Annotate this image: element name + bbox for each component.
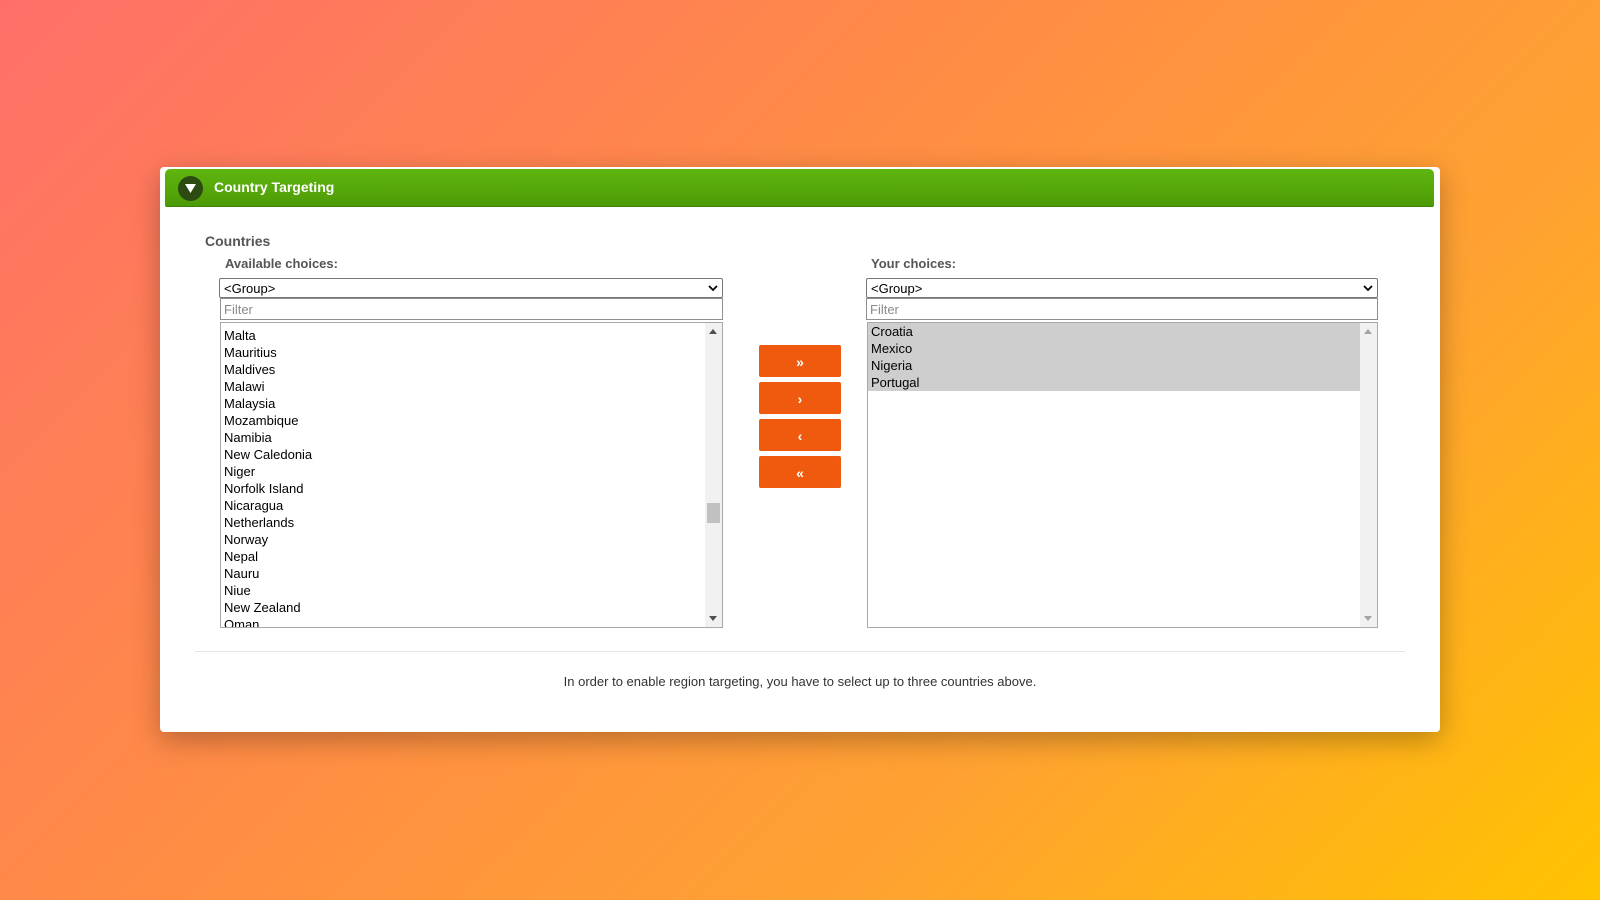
list-item[interactable]: Malawi	[221, 378, 705, 395]
list-item[interactable]: Mauritius	[221, 344, 705, 361]
remove-all-button[interactable]: «	[759, 456, 841, 488]
chosen-scrollbar[interactable]	[1360, 323, 1377, 627]
list-item[interactable]: Mozambique	[221, 412, 705, 429]
list-item[interactable]: Malta	[221, 327, 705, 344]
list-item[interactable]: New Caledonia	[221, 446, 705, 463]
list-item[interactable]: Malaysia	[221, 395, 705, 412]
available-filter-input[interactable]	[220, 298, 723, 320]
add-selected-button[interactable]: ›	[759, 382, 841, 414]
chosen-filter-input[interactable]	[866, 298, 1378, 320]
available-group-select[interactable]: <Group>	[219, 278, 723, 298]
available-group-value: <Group>	[224, 281, 276, 296]
list-item[interactable]: Oman	[221, 616, 705, 627]
list-item[interactable]: Niue	[221, 582, 705, 599]
list-item[interactable]: Namibia	[221, 429, 705, 446]
chosen-group-select[interactable]: <Group>	[866, 278, 1378, 298]
scroll-up-icon[interactable]	[709, 329, 717, 334]
panel-header[interactable]: Country Targeting	[165, 169, 1434, 207]
add-all-button[interactable]: »	[759, 345, 841, 377]
list-item[interactable]: Netherlands	[221, 514, 705, 531]
list-item[interactable]: Mexico	[868, 340, 1360, 357]
scroll-down-icon[interactable]	[709, 616, 717, 621]
scroll-down-icon[interactable]	[1364, 616, 1372, 621]
list-item[interactable]: Nigeria	[868, 357, 1360, 374]
list-item[interactable]: Nepal	[221, 548, 705, 565]
scroll-up-icon[interactable]	[1364, 329, 1372, 334]
section-title: Countries	[205, 233, 271, 249]
list-item[interactable]: Niger	[221, 463, 705, 480]
chevron-down-icon	[1363, 285, 1373, 292]
list-item[interactable]: Norfolk Island	[221, 480, 705, 497]
available-listbox[interactable]: Malta Mauritius Maldives Malawi Malaysia Moza…	[220, 322, 723, 628]
available-items: Malta Mauritius Maldives Malawi Malaysia Moza…	[221, 323, 705, 627]
triangle-down-icon[interactable]	[178, 176, 203, 201]
available-scrollbar[interactable]	[705, 323, 722, 627]
list-item[interactable]: Croatia	[868, 323, 1360, 340]
chosen-group-value: <Group>	[871, 281, 923, 296]
available-choices-label: Available choices:	[225, 256, 338, 271]
list-item[interactable]: Norway	[221, 531, 705, 548]
your-choices-label: Your choices:	[871, 256, 957, 271]
divider	[195, 651, 1405, 652]
remove-selected-button[interactable]: ‹	[759, 419, 841, 451]
chosen-items: Croatia Mexico Nigeria Portugal	[868, 323, 1360, 627]
country-targeting-panel: Country Targeting Countries Available ch…	[160, 167, 1440, 732]
list-item[interactable]: Maldives	[221, 361, 705, 378]
chevron-down-icon	[708, 285, 718, 292]
panel-title: Country Targeting	[214, 179, 335, 195]
list-item[interactable]: Nauru	[221, 565, 705, 582]
list-item[interactable]: Nicaragua	[221, 497, 705, 514]
help-text: In order to enable region targeting, you…	[563, 674, 1037, 689]
list-item[interactable]: Portugal	[868, 374, 1360, 391]
scroll-thumb[interactable]	[707, 503, 720, 523]
chosen-listbox[interactable]: Croatia Mexico Nigeria Portugal	[867, 322, 1378, 628]
list-item[interactable]: New Zealand	[221, 599, 705, 616]
